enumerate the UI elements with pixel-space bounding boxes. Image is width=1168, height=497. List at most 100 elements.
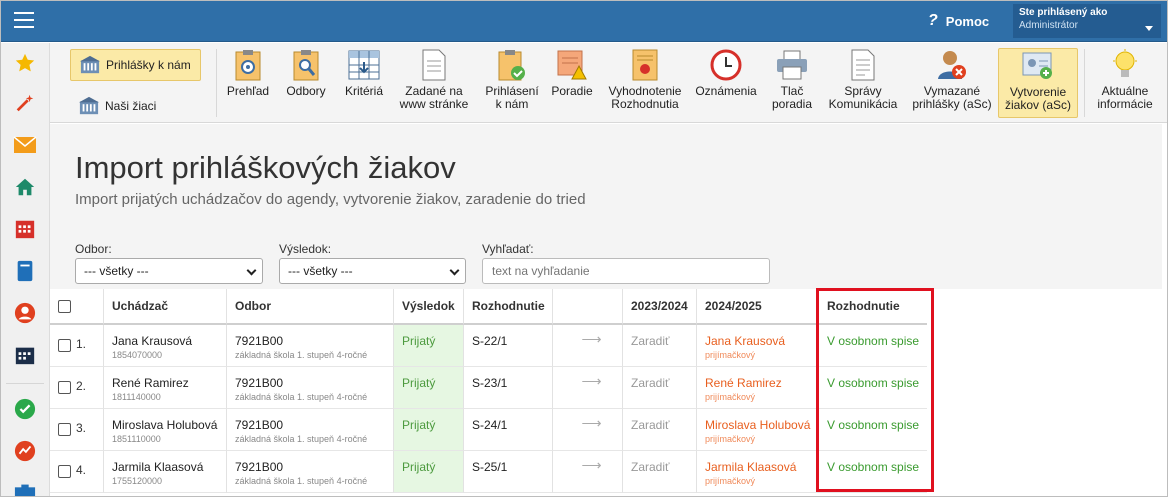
decision-value: S-24/1: [472, 418, 508, 432]
tool-ranking[interactable]: Poradie: [546, 48, 598, 118]
row-select: 2.: [50, 367, 104, 409]
arrow-right-icon: ⟶: [581, 331, 602, 347]
student-2024-type: prijímačkový: [705, 476, 756, 486]
odbor-select[interactable]: --- všetky ---: [75, 258, 263, 284]
tool-announcements[interactable]: Oznámenia: [690, 48, 762, 118]
chart-circle-icon[interactable]: [13, 439, 37, 463]
header-result: Výsledok: [394, 289, 464, 325]
tool-registered-label: Prihlásení k nám: [485, 84, 539, 111]
row-checkbox[interactable]: [58, 381, 71, 394]
applications-button[interactable]: Prihlášky k nám: [70, 49, 201, 81]
student-2024-type: prijímačkový: [705, 434, 756, 444]
building-icon: [79, 96, 99, 115]
field-code: 7921B00: [235, 418, 284, 432]
check-circle-icon[interactable]: [13, 397, 37, 421]
tool-criteria[interactable]: Kritériá: [338, 48, 390, 118]
decision-value: S-23/1: [472, 376, 508, 390]
id-card-add-icon: [1021, 49, 1055, 83]
vysledok-select[interactable]: --- všetky ---: [279, 258, 466, 284]
briefcase-icon[interactable]: [13, 479, 37, 497]
timetable-icon[interactable]: [13, 343, 37, 367]
menu-hamburger-icon[interactable]: [14, 12, 34, 28]
help-button[interactable]: ? Pomoc: [928, 12, 989, 30]
field-description: základná škola 1. stupeň 4-ročné: [235, 434, 368, 444]
our-students-button[interactable]: Naši žiaci: [70, 91, 201, 121]
tool-print-ranking[interactable]: Tlač poradia: [766, 48, 818, 118]
year-2023-cell: Zaradiť: [623, 409, 697, 451]
tool-criteria-label: Kritériá: [344, 84, 383, 98]
tool-current-info[interactable]: Aktuálne informácie: [1090, 48, 1160, 118]
clipboard-search-icon: [289, 48, 323, 82]
student-2024-name[interactable]: Jana Krausová: [705, 334, 818, 348]
year-2024-cell: Jana Krausová prijímačkový: [697, 325, 819, 367]
student-2024-name[interactable]: Jarmila Klaasová: [705, 460, 818, 474]
result-value: Prijatý: [402, 418, 436, 432]
row-checkbox[interactable]: [58, 465, 71, 478]
field-code: 7921B00: [235, 376, 284, 390]
status-link[interactable]: V osobnom spise: [827, 418, 927, 432]
tool-messages[interactable]: Správy Komunikácia: [824, 48, 902, 118]
calendar-icon[interactable]: [13, 217, 37, 241]
field-cell: 7921B00 základná škola 1. stupeň 4-ročné: [227, 325, 394, 367]
result-value: Prijatý: [402, 460, 436, 474]
assign-link[interactable]: Zaradiť: [631, 334, 696, 348]
field-code: 7921B00: [235, 460, 284, 474]
student-2024-name[interactable]: Miroslava Holubová: [705, 418, 818, 432]
status-link[interactable]: V osobnom spise: [827, 460, 927, 474]
arrow-cell: ⟶: [553, 325, 623, 367]
applicant-cell: Miroslava Holubová 1851110000: [104, 409, 227, 451]
select-all-checkbox[interactable]: [58, 300, 71, 313]
status-cell: V osobnom spise: [819, 325, 927, 367]
header-year-2023: 2023/2024: [623, 289, 697, 325]
chevron-down-icon: [449, 265, 460, 276]
applicant-name: Jana Krausová: [112, 334, 193, 348]
status-link[interactable]: V osobnom spise: [827, 334, 927, 348]
ribbon-toolbar: Prihlášky k nám Naši žiaci Prehľad Odbor…: [50, 43, 1168, 123]
notebook-icon[interactable]: [13, 259, 37, 283]
vysledok-label: Výsledok:: [279, 242, 332, 256]
document-lines-icon: [846, 48, 880, 82]
field-code: 7921B00: [235, 334, 284, 348]
user-menu[interactable]: Ste prihlásený ako Administrátor: [1013, 4, 1161, 38]
row-select: 3.: [50, 409, 104, 451]
result-cell: Prijatý: [394, 325, 464, 367]
row-select: 4.: [50, 451, 104, 493]
tool-fields[interactable]: Odbory: [280, 48, 332, 118]
status-link[interactable]: V osobnom spise: [827, 376, 927, 390]
tool-web-submitted[interactable]: Zadané na www stránke: [396, 48, 472, 118]
arrow-right-icon: ⟶: [581, 457, 602, 473]
year-2023-cell: Zaradiť: [623, 367, 697, 409]
tool-overview[interactable]: Prehľad: [222, 48, 274, 118]
student-2024-name[interactable]: René Ramirez: [705, 376, 818, 390]
person-icon[interactable]: [13, 301, 37, 325]
header-year-2024: 2024/2025: [697, 289, 819, 325]
home-icon[interactable]: [13, 175, 37, 199]
arrow-right-icon: ⟶: [581, 415, 602, 431]
tool-evaluation[interactable]: Vyhodnotenie Rozhodnutia: [604, 48, 686, 118]
assign-link[interactable]: Zaradiť: [631, 418, 696, 432]
tool-create-students[interactable]: Vytvorenie žiakov (aSc): [998, 48, 1078, 118]
applicant-name: René Ramirez: [112, 376, 189, 390]
row-checkbox[interactable]: [58, 339, 71, 352]
star-icon[interactable]: [13, 51, 37, 75]
row-checkbox[interactable]: [58, 423, 71, 436]
chevron-down-icon: [246, 265, 257, 276]
student-2024-type: prijímačkový: [705, 350, 756, 360]
decision-cell: S-22/1: [464, 325, 553, 367]
our-students-label: Naši žiaci: [105, 99, 157, 113]
magic-wand-icon[interactable]: [13, 91, 37, 115]
tool-deleted-applications[interactable]: Vymazané prihlášky (aSc): [908, 48, 996, 118]
question-icon: ?: [928, 12, 938, 29]
printer-icon: [775, 48, 809, 82]
tool-registered[interactable]: Prihlásení k nám: [480, 48, 544, 118]
row-number: 4.: [76, 463, 87, 477]
envelope-icon[interactable]: [13, 133, 37, 157]
tool-overview-label: Prehľad: [226, 84, 270, 98]
applicant-code: 1755120000: [112, 476, 163, 486]
search-input[interactable]: [482, 258, 770, 284]
assign-link[interactable]: Zaradiť: [631, 376, 696, 390]
assign-link[interactable]: Zaradiť: [631, 460, 696, 474]
top-bar: ? Pomoc Ste prihlásený ako Administrátor: [0, 0, 1168, 42]
result-cell: Prijatý: [394, 451, 464, 493]
vysledok-select-value: --- všetky ---: [288, 264, 353, 278]
